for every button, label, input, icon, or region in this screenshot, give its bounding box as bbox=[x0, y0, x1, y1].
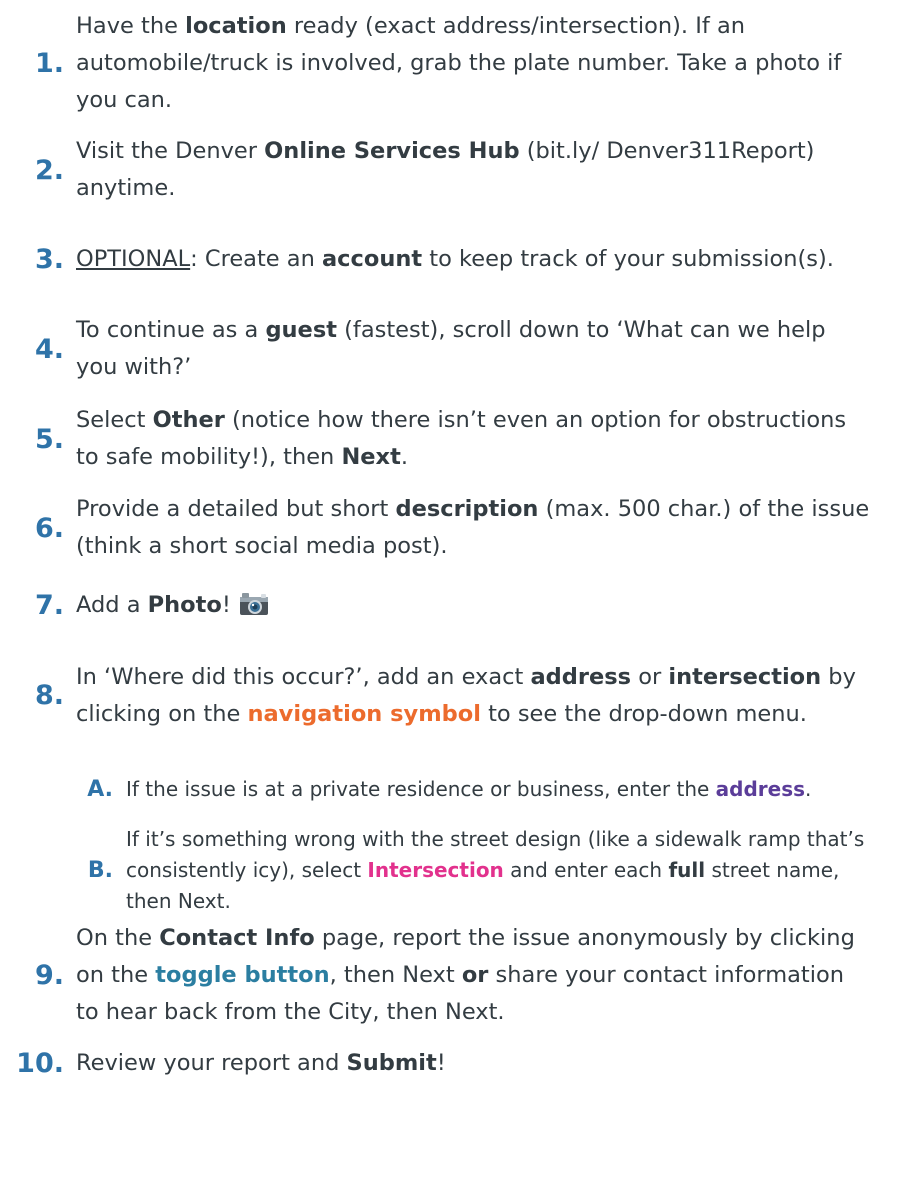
plain-text: and enter each bbox=[503, 858, 669, 882]
substep-text: If it’s something wrong with the street … bbox=[126, 824, 871, 917]
highlight-orange: navigation symbol bbox=[247, 700, 481, 727]
plain-text: or bbox=[631, 663, 669, 690]
step-text: Have the location ready (exact address/i… bbox=[76, 8, 871, 119]
plain-text: to see the drop-down menu. bbox=[480, 700, 807, 727]
plain-text: to keep track of your submission(s). bbox=[422, 245, 834, 272]
step-text-content: Add a Photo! bbox=[76, 592, 231, 618]
camera-icon bbox=[239, 591, 269, 615]
bold-text: Next bbox=[341, 444, 401, 470]
step-text: Select Other (notice how there isn’t eve… bbox=[76, 402, 871, 476]
step-text: To continue as a guest (fastest), scroll… bbox=[76, 312, 871, 386]
step-text: Provide a detailed but short description… bbox=[76, 491, 871, 565]
substep-letter: A. bbox=[87, 776, 113, 802]
substep-a: A. If the issue is at a private residenc… bbox=[0, 758, 901, 820]
step-9: 9. On the Contact Info page, report the … bbox=[0, 920, 901, 1031]
step-10: 10. Review your report and Submit! bbox=[0, 1043, 901, 1083]
plain-text: Select bbox=[76, 407, 153, 433]
step-text: On the Contact Info page, report the iss… bbox=[76, 920, 871, 1031]
plain-text: In ‘Where did this occur?’, add an exact bbox=[76, 663, 531, 690]
plain-text: ! bbox=[436, 1049, 446, 1076]
plain-text: , then Next bbox=[329, 962, 462, 988]
plain-text: On the bbox=[76, 925, 160, 951]
highlight-pink: Intersection bbox=[367, 858, 504, 882]
plain-text: Visit the Denver bbox=[76, 138, 265, 164]
step-number: 9. bbox=[34, 960, 64, 991]
bold-text: Photo bbox=[147, 591, 222, 618]
step-8: 8. In ‘Where did this occur?’, add an ex… bbox=[0, 640, 901, 751]
instruction-list: 1. Have the location ready (exact addres… bbox=[0, 0, 901, 1180]
substep-letter: B. bbox=[87, 858, 113, 883]
bold-text: full bbox=[668, 858, 706, 882]
plain-text: Review your report and bbox=[76, 1049, 347, 1076]
bold-text: Online Services Hub bbox=[264, 138, 520, 164]
substep-b: B. If it’s something wrong with the stre… bbox=[0, 824, 901, 917]
step-number: 5. bbox=[34, 423, 64, 455]
step-text: In ‘Where did this occur?’, add an exact… bbox=[76, 659, 871, 733]
plain-text: Have the bbox=[76, 13, 186, 39]
step-text: Visit the Denver Online Services Hub (bi… bbox=[76, 133, 871, 207]
plain-text: . bbox=[400, 444, 408, 470]
step-text: Review your report and Submit! bbox=[76, 1045, 871, 1082]
step-text: OPTIONAL: Create an account to keep trac… bbox=[76, 241, 871, 278]
step-6: 6. Provide a detailed but short descript… bbox=[0, 491, 901, 565]
step-5: 5. Select Other (notice how there isn’t … bbox=[0, 402, 901, 476]
highlight-purple: address bbox=[715, 776, 806, 801]
plain-text: To continue as a bbox=[76, 317, 266, 343]
plain-text: . bbox=[805, 776, 812, 801]
step-number: 2. bbox=[34, 154, 64, 186]
bold-text: location bbox=[185, 13, 287, 39]
bold-text: or bbox=[461, 962, 489, 988]
bold-text: account bbox=[322, 245, 423, 272]
highlight-teal: toggle button bbox=[155, 962, 330, 988]
bold-text: guest bbox=[265, 317, 337, 343]
underlined-text: OPTIONAL bbox=[76, 245, 191, 272]
step-number: 3. bbox=[34, 243, 64, 275]
step-text: Add a Photo! bbox=[76, 587, 871, 624]
step-7: 7. Add a Photo! bbox=[0, 585, 901, 625]
step-number: 10. bbox=[16, 1047, 64, 1079]
plain-text: Add a bbox=[76, 591, 148, 618]
bold-text: description bbox=[395, 496, 539, 522]
bold-text: Submit bbox=[346, 1049, 437, 1076]
step-number: 7. bbox=[34, 589, 64, 621]
bold-text: address bbox=[530, 663, 632, 690]
step-number: 4. bbox=[34, 333, 64, 365]
bold-text: Other bbox=[152, 407, 225, 433]
step-4: 4. To continue as a guest (fastest), scr… bbox=[0, 312, 901, 386]
plain-text: If the issue is at a private residence o… bbox=[126, 776, 716, 801]
step-number: 8. bbox=[34, 680, 64, 711]
plain-text: : Create an bbox=[190, 245, 322, 272]
step-3: 3. OPTIONAL: Create an account to keep t… bbox=[0, 222, 901, 296]
step-2: 2. Visit the Denver Online Services Hub … bbox=[0, 133, 901, 207]
substep-text: If the issue is at a private residence o… bbox=[126, 774, 871, 805]
bold-text: Contact Info bbox=[159, 925, 315, 951]
step-number: 1. bbox=[34, 48, 64, 79]
bold-text: intersection bbox=[668, 663, 822, 690]
plain-text: Provide a detailed but short bbox=[76, 496, 396, 522]
step-1: 1. Have the location ready (exact addres… bbox=[0, 8, 901, 119]
step-number: 6. bbox=[34, 512, 64, 544]
plain-text: ! bbox=[221, 591, 231, 618]
